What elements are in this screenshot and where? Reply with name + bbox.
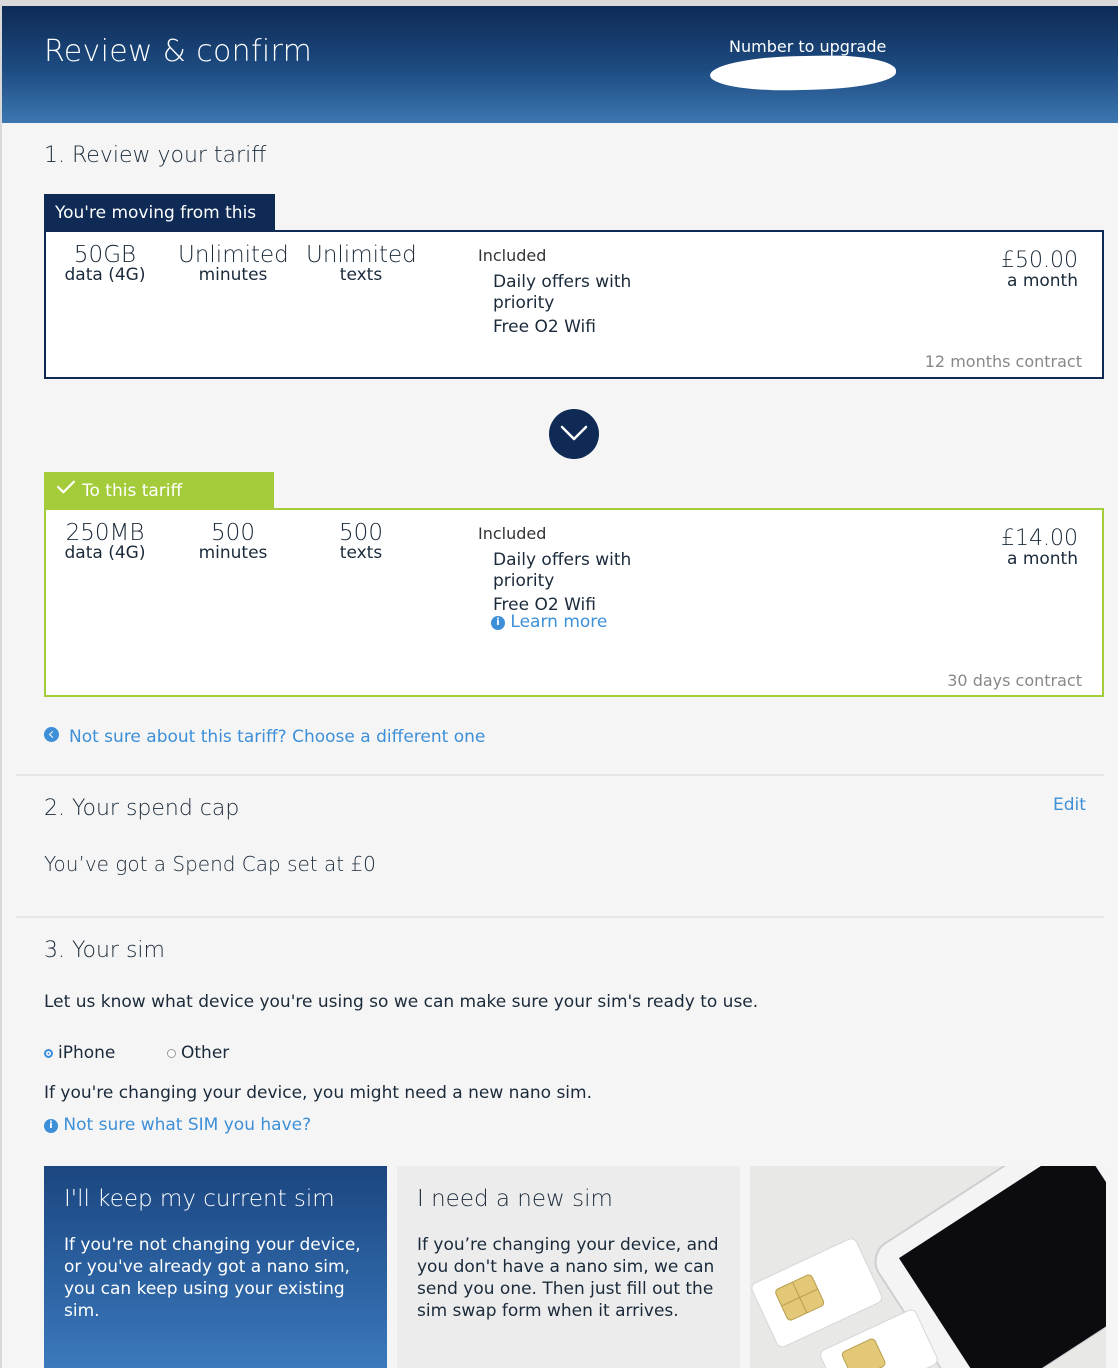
radio-iphone[interactable]: iPhone — [44, 1043, 115, 1063]
included-item: priority — [493, 571, 555, 591]
data-allowance: 250MB data (4G) — [50, 520, 160, 563]
new-tariff-card: 250MB data (4G) 500 minutes 500 texts In… — [44, 508, 1104, 697]
new-sim-option[interactable]: I need a new sim If you’re changing your… — [397, 1166, 740, 1368]
minutes-allowance: Unlimited minutes — [178, 242, 289, 285]
included-item: Free O2 Wifi — [493, 317, 596, 337]
price-period: a month — [1007, 549, 1078, 569]
new-tariff-tag: To this tariff — [44, 472, 274, 508]
data-allowance: 50GB data (4G) — [50, 242, 160, 285]
header: Review & confirm Number to upgrade — [2, 6, 1118, 123]
price-period: a month — [1007, 271, 1078, 291]
included-item: Daily offers with — [493, 272, 632, 292]
included-item: Daily offers with — [493, 550, 632, 570]
nano-sim-note: If you're changing your device, you migh… — [44, 1083, 592, 1103]
sim-intro-text: Let us know what device you're using so … — [44, 992, 759, 1012]
price-amount: £50.00 — [1001, 248, 1078, 273]
texts-allowance: Unlimited texts — [306, 242, 417, 285]
price: £14.00 a month — [1001, 526, 1078, 569]
radio-other[interactable]: Other — [167, 1043, 229, 1063]
info-icon: i — [491, 616, 505, 630]
data-label: data (4G) — [64, 265, 146, 285]
sim-section-title: 3. Your sim — [44, 938, 165, 963]
new-tariff-tag-label: To this tariff — [82, 481, 183, 501]
keep-sim-text: If you're not changing your device, or y… — [64, 1235, 361, 1321]
radio-iphone-label: iPhone — [58, 1043, 116, 1063]
current-tariff-tag: You're moving from this — [44, 194, 275, 230]
radio-unselected-icon — [167, 1049, 176, 1058]
radio-other-label: Other — [181, 1043, 230, 1063]
number-to-upgrade-label: Number to upgrade — [729, 37, 887, 56]
info-icon: i — [44, 1119, 58, 1133]
price: £50.00 a month — [1001, 248, 1078, 291]
choose-different-tariff-label: Not sure about this tariff? Choose a dif… — [69, 727, 486, 747]
spend-cap-title: 2. Your spend cap — [44, 796, 240, 821]
included-label: Included — [478, 524, 547, 543]
new-sim-text: If you’re changing your device, and you … — [417, 1235, 719, 1321]
choose-different-tariff-link[interactable]: Not sure about this tariff? Choose a dif… — [44, 727, 485, 747]
data-label: data (4G) — [64, 543, 146, 563]
minutes-label: minutes — [198, 543, 268, 563]
redacted-phone-number — [709, 54, 897, 92]
edit-spend-cap-link[interactable]: Edit — [1053, 795, 1086, 815]
radio-selected-icon — [44, 1049, 53, 1058]
contract-length: 30 days contract — [947, 671, 1082, 690]
keep-sim-title: I'll keep my current sim — [64, 1186, 335, 1212]
minutes-label: minutes — [198, 265, 268, 285]
contract-length: 12 months contract — [924, 352, 1082, 371]
minutes-allowance: 500 minutes — [178, 520, 288, 563]
page-title: Review & confirm — [44, 34, 313, 69]
spend-cap-text: You’ve got a Spend Cap set at £0 — [44, 852, 376, 876]
texts-label: texts — [339, 543, 383, 563]
learn-more-link[interactable]: i Learn more — [491, 612, 607, 632]
sim-card-image — [750, 1166, 1106, 1368]
section-divider — [16, 916, 1104, 918]
chevron-down-icon — [549, 409, 599, 459]
current-tariff-card: 50GB data (4G) Unlimited minutes Unlimit… — [44, 230, 1104, 379]
included-item: priority — [493, 293, 555, 313]
included-label: Included — [478, 246, 547, 265]
new-sim-title: I need a new sim — [417, 1186, 613, 1212]
tariff-section-title: 1. Review your tariff — [44, 143, 267, 168]
chevron-left-icon — [44, 727, 59, 742]
price-amount: £14.00 — [1001, 526, 1078, 551]
learn-more-label: Learn more — [510, 612, 608, 632]
texts-allowance: 500 texts — [306, 520, 416, 563]
page: Review & confirm Number to upgrade 1. Re… — [2, 6, 1118, 1368]
section-divider — [16, 774, 1104, 776]
keep-sim-option[interactable]: I'll keep my current sim If you're not c… — [44, 1166, 387, 1368]
sim-help-label: Not sure what SIM you have? — [63, 1115, 312, 1135]
texts-label: texts — [339, 265, 383, 285]
checkmark-icon — [56, 480, 76, 494]
sim-help-link[interactable]: i Not sure what SIM you have? — [44, 1115, 311, 1135]
